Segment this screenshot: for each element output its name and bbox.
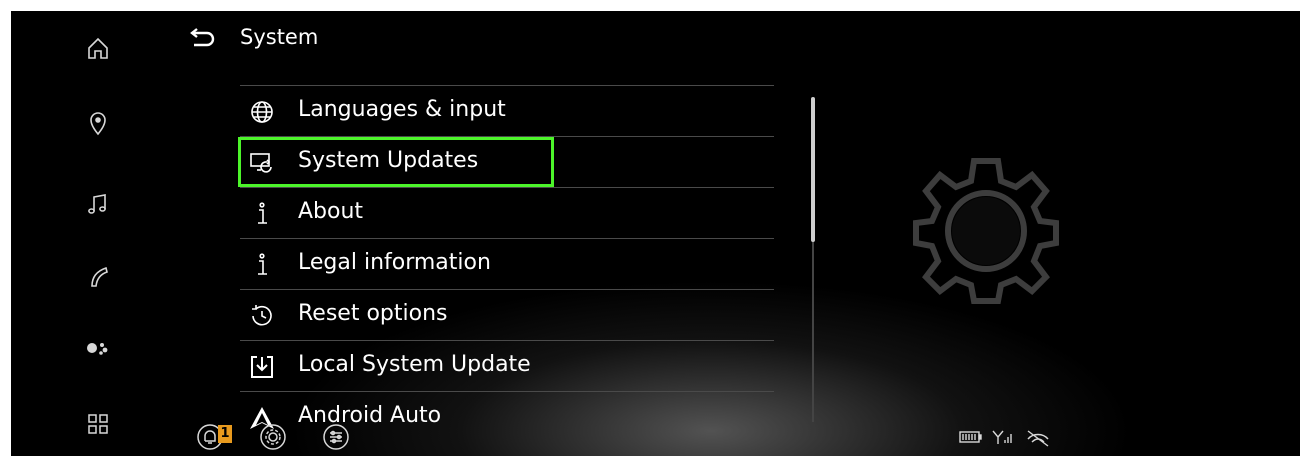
page-title: System xyxy=(240,25,319,49)
list-item-label: Android Auto xyxy=(298,403,442,428)
selected-item-highlight xyxy=(238,137,554,187)
phone-icon[interactable] xyxy=(83,261,113,291)
list-item-label: About xyxy=(298,199,364,224)
sliders-icon[interactable] xyxy=(322,423,350,451)
list-item-label: Local System Update xyxy=(298,352,531,377)
blank-area xyxy=(1132,429,1242,456)
info-icon xyxy=(248,251,276,279)
back-arrow-icon[interactable] xyxy=(189,25,217,49)
settings-gear-icon xyxy=(906,151,1066,311)
signal-icon xyxy=(991,429,1013,449)
scrollbar-thumb[interactable] xyxy=(811,97,815,242)
sidebar xyxy=(11,11,161,456)
list-item-label: Reset options xyxy=(298,301,448,326)
info-icon xyxy=(248,200,276,228)
assistant-icon[interactable] xyxy=(83,333,113,363)
settings-icon[interactable] xyxy=(259,423,287,451)
download-box-icon xyxy=(248,353,276,381)
list-item-label: Legal information xyxy=(298,250,491,275)
list-item-about[interactable]: About xyxy=(240,187,774,238)
apps-grid-icon[interactable] xyxy=(83,409,113,439)
globe-icon xyxy=(248,98,276,126)
infotainment-screen: System Languages & input System Updates … xyxy=(11,11,1300,456)
battery-icon xyxy=(959,429,983,448)
home-icon[interactable] xyxy=(83,33,113,63)
notification-badge: 1 xyxy=(218,425,232,443)
list-item-languages[interactable]: Languages & input xyxy=(240,85,774,136)
location-pin-icon[interactable] xyxy=(83,108,113,138)
list-item-local-update[interactable]: Local System Update xyxy=(240,340,774,391)
music-note-icon[interactable] xyxy=(83,189,113,219)
list-item-legal[interactable]: Legal information xyxy=(240,238,774,289)
list-item-android-auto[interactable]: Android Auto xyxy=(240,391,774,442)
list-item-reset[interactable]: Reset options xyxy=(240,289,774,340)
scrollbar-track xyxy=(812,242,814,422)
no-connection-icon xyxy=(1025,429,1051,451)
list-item-label: Languages & input xyxy=(298,97,506,122)
history-icon xyxy=(248,302,276,330)
